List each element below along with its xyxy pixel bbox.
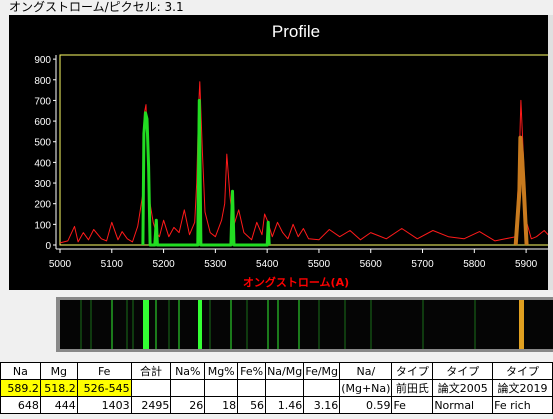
x-tick-label: 5400: [256, 259, 279, 270]
table-cell: (Mg+Na): [339, 379, 393, 397]
table-cell: Fe: [76, 362, 132, 380]
spectrum-line-faint: [79, 300, 82, 349]
table-cell: Mg%: [204, 362, 239, 380]
table-cell: 論文2005: [432, 379, 494, 397]
table-cell: [204, 379, 239, 397]
table-cell: 444: [39, 396, 78, 414]
y-tick-label: 600: [34, 117, 51, 128]
table-cell: Fe rich: [492, 396, 553, 414]
table-cell: Fe/Mg: [303, 362, 341, 380]
profile-chart-svg: Profile 0 100 200 300 400 500 600 700 800 900 5000 5…: [34, 22, 553, 289]
x-tick-label: 5700: [411, 259, 434, 270]
table-cell: Fe: [391, 396, 434, 414]
table-cell: 56: [237, 396, 267, 414]
table-cell: Fe%: [237, 362, 267, 380]
y-tick-label: 200: [34, 200, 51, 211]
spectrum-line-bright: [197, 300, 202, 349]
spectrum-line-dim: [110, 300, 113, 349]
y-tick-label: 900: [34, 55, 51, 66]
spectrum-line-faint: [126, 300, 129, 349]
table-cell: 26: [170, 396, 206, 414]
plot-border: [59, 54, 553, 246]
table-cell: Normal: [432, 396, 494, 414]
table-cell: 1.46: [265, 396, 305, 414]
x-tick-label: 5900: [515, 259, 538, 270]
table-cell: 論文2019: [492, 379, 553, 397]
spectrum-line-bright: [145, 300, 150, 349]
table-cell: [130, 379, 172, 397]
table-cell: Mg: [39, 362, 78, 380]
spectrum-line-faint: [344, 300, 347, 349]
y-tick-label: 0: [45, 241, 51, 252]
spectrum-line-dim: [178, 300, 181, 349]
table-cell: [303, 379, 341, 397]
spectrum-strip-frame: [56, 297, 553, 352]
spectrum-line-orange: [519, 300, 525, 349]
table-cell: 3.16: [303, 396, 341, 414]
spectrum-line-faint: [209, 300, 212, 349]
spectrum-line-dim: [155, 300, 157, 349]
angstrom-per-pixel-label: オングストローム/ピクセル: 3.1: [9, 0, 184, 14]
spectrum-line-dim: [276, 300, 279, 349]
table-cell: [265, 379, 305, 397]
table-cell: 648: [0, 396, 41, 414]
x-tick-label: 5300: [204, 259, 227, 270]
vertical-scrollbar[interactable]: [548, 15, 553, 290]
y-tick-label: 100: [34, 220, 51, 231]
table-header-row: Na Mg Fe 合計 Na% Mg% Fe% Na/Mg Fe/Mg Na/タイプ タイプ タイプ: [0, 362, 553, 380]
spectrum-line-dim: [266, 300, 269, 349]
table-cell: 0.59: [339, 396, 393, 414]
table-cell: Na/: [339, 362, 393, 380]
table-cell: 589.2: [0, 379, 41, 397]
table-cell: 18: [204, 396, 239, 414]
x-tick-label: 5500: [308, 259, 331, 270]
table-cell: タイプ: [492, 362, 553, 380]
spectrum-line-faint: [370, 300, 373, 349]
x-tick-label: 5600: [360, 259, 383, 270]
table-cell: Na/Mg: [265, 362, 305, 380]
chart-title: Profile: [272, 22, 320, 41]
spectrum-line-faint: [131, 300, 134, 349]
table-cell: [237, 379, 267, 397]
y-tick-label: 300: [34, 179, 51, 190]
table-cell: タイプ: [391, 362, 434, 380]
y-tick-label: 700: [34, 96, 51, 107]
spectrum-line-dim: [230, 300, 233, 349]
series-green-line: [141, 98, 271, 247]
x-tick-label: 5200: [152, 259, 175, 270]
series-red-line: [59, 81, 553, 244]
x-axis-label: オングストローム(A): [243, 275, 349, 289]
table-cell: 前田氏: [391, 379, 434, 397]
profile-chart: Profile 0 100 200 300 400 500 600 700 800 900 5000 5…: [9, 15, 553, 290]
y-tick-label: 400: [34, 158, 51, 169]
y-tick-label: 500: [34, 138, 51, 149]
table-cell: Na: [0, 362, 41, 380]
series-orange-line: [513, 135, 529, 246]
table-cell: 2495: [130, 396, 172, 414]
x-tick-label: 5800: [463, 259, 486, 270]
table-cell: [170, 379, 206, 397]
results-table: Na Mg Fe 合計 Na% Mg% Fe% Na/Mg Fe/Mg Na/タイプ タイプ タイプ …: [0, 362, 553, 414]
spectrum-line-faint: [474, 300, 477, 349]
table-cell: 526-545: [76, 379, 132, 397]
spectrum-line-faint: [318, 300, 321, 349]
table-cell: 合計: [130, 362, 172, 380]
table-cell: 518.2: [39, 379, 78, 397]
spectrum-line-faint: [167, 300, 170, 349]
spectrum-line-faint: [245, 300, 248, 349]
x-tick-label: 5000: [49, 259, 72, 270]
y-tick-label: 800: [34, 76, 51, 87]
table-row-values: 648 444 1403 2495 26 18 56 1.46 3.16 0.59 Fe Normal…: [0, 396, 553, 414]
table-cell: タイプ: [432, 362, 494, 380]
x-tick-label: 5100: [101, 259, 124, 270]
spectrum-line-dim: [297, 300, 300, 349]
spectrum-line-faint: [422, 300, 425, 349]
table-cell: Na%: [170, 362, 206, 380]
spectrum-strip: [60, 300, 553, 349]
table-cell: 1403: [76, 396, 132, 414]
spectrum-line-faint: [90, 300, 93, 349]
table-row-wavelengths: 589.2 518.2 526-545 (Mg+Na) 前田氏 論文2005 論文2019: [0, 379, 553, 397]
